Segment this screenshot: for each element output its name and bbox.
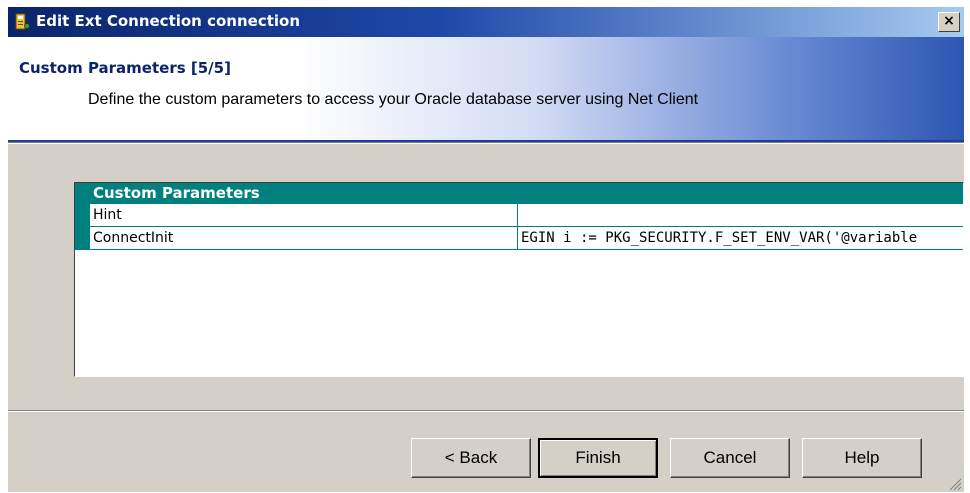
close-icon: × [943, 13, 955, 29]
table-row[interactable]: Hint [90, 204, 963, 227]
table-row[interactable]: ConnectInit EGIN i := PKG_SECURITY.F_SET… [90, 227, 963, 250]
custom-parameters-grid[interactable]: Custom Parameters Hint ConnectInit EGIN … [74, 182, 964, 377]
dialog-body: Custom Parameters Hint ConnectInit EGIN … [8, 142, 964, 492]
page-description: Define the custom parameters to access y… [88, 91, 699, 108]
back-button[interactable]: < Back [411, 438, 531, 478]
button-divider [8, 410, 964, 412]
parameter-value-cell[interactable]: EGIN i := PKG_SECURITY.F_SET_ENV_VAR('@v… [519, 227, 963, 249]
title-bar[interactable]: Edit Ext Connection connection × [8, 7, 964, 37]
connection-icon [14, 13, 30, 31]
finish-button[interactable]: Finish [538, 438, 658, 478]
parameter-name-cell: Hint [90, 204, 518, 226]
page-title: Custom Parameters [5/5] [19, 59, 231, 77]
parameter-name-cell: ConnectInit [90, 227, 518, 249]
grid-header: Custom Parameters [75, 183, 963, 204]
resize-grip-icon[interactable] [948, 476, 962, 491]
help-button[interactable]: Help [802, 438, 922, 478]
window-title: Edit Ext Connection connection [36, 12, 301, 30]
row-indicator-column [75, 204, 90, 250]
top-divider [8, 142, 964, 144]
wizard-header: Custom Parameters [5/5] Define the custo… [8, 37, 964, 140]
cancel-button[interactable]: Cancel [670, 438, 790, 478]
grid-header-label: Custom Parameters [93, 184, 260, 202]
close-button[interactable]: × [938, 12, 960, 32]
edit-connection-dialog: Edit Ext Connection connection × Custom … [0, 0, 970, 493]
parameter-value-cell[interactable] [519, 204, 963, 226]
